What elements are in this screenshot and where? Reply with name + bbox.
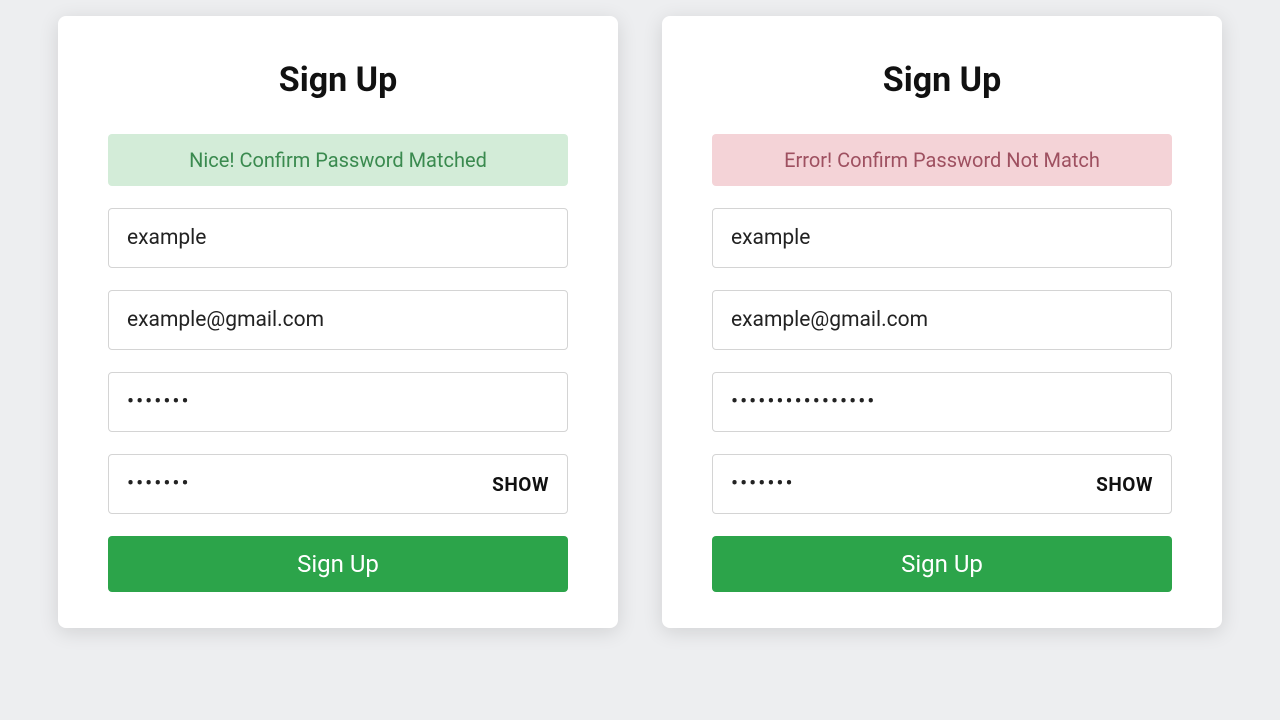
show-password-toggle[interactable]: SHOW	[1096, 473, 1171, 496]
signup-button[interactable]: Sign Up	[108, 536, 568, 592]
signup-card-success: Sign Up Nice! Confirm Password Matched S…	[58, 16, 618, 628]
page-title: Sign Up	[712, 60, 1172, 100]
password-field-wrapper	[108, 372, 568, 432]
confirm-password-input[interactable]	[109, 455, 492, 513]
confirm-password-field-wrapper: SHOW	[712, 454, 1172, 514]
username-input[interactable]	[713, 209, 1171, 267]
show-password-toggle[interactable]: SHOW	[492, 473, 567, 496]
confirm-password-input[interactable]	[713, 455, 1096, 513]
username-input[interactable]	[109, 209, 567, 267]
email-input[interactable]	[109, 291, 567, 349]
password-field-wrapper	[712, 372, 1172, 432]
confirm-password-field-wrapper: SHOW	[108, 454, 568, 514]
username-field-wrapper	[108, 208, 568, 268]
page-title: Sign Up	[108, 60, 568, 100]
status-alert-success: Nice! Confirm Password Matched	[108, 134, 568, 186]
password-input[interactable]	[109, 373, 567, 431]
email-field-wrapper	[108, 290, 568, 350]
password-input[interactable]	[713, 373, 1171, 431]
username-field-wrapper	[712, 208, 1172, 268]
signup-button[interactable]: Sign Up	[712, 536, 1172, 592]
status-alert-error: Error! Confirm Password Not Match	[712, 134, 1172, 186]
email-field-wrapper	[712, 290, 1172, 350]
email-input[interactable]	[713, 291, 1171, 349]
signup-card-error: Sign Up Error! Confirm Password Not Matc…	[662, 16, 1222, 628]
